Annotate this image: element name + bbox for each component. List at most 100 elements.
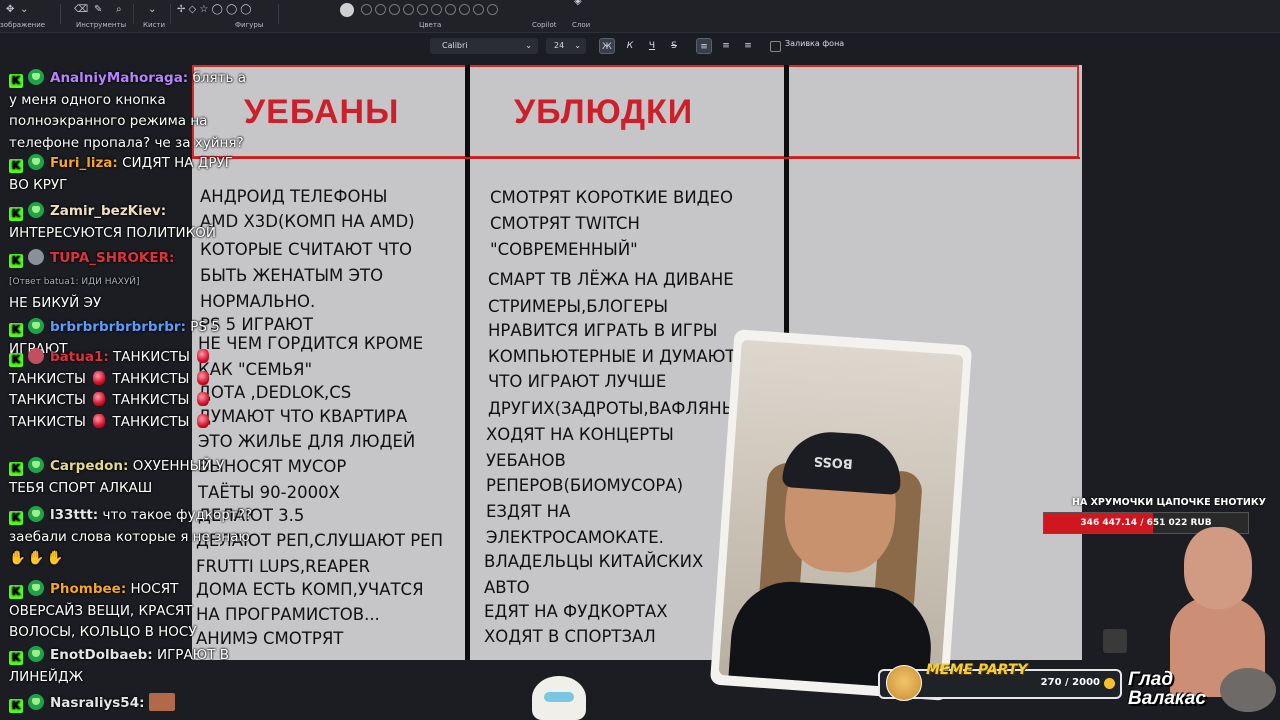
brush-icon: ⌄ (148, 4, 157, 15)
ribbon-group-brushes[interactable]: ⌄ Кисти (140, 0, 168, 32)
chat-message: K Carpedon: ОХУЕННЫЙ У ТЕБЯ СПОРТ АЛКАШ (9, 456, 254, 499)
coin-icon (1104, 678, 1115, 689)
magnifier-icon[interactable]: ⌕ (116, 4, 122, 15)
subscriber-badge-icon (28, 318, 44, 334)
chat-username: Zamir_bezKiev: (50, 203, 167, 219)
ribbon-group-colors[interactable]: Цвета (335, 0, 515, 32)
list-item: ЕЗДЯТ НА (486, 502, 571, 521)
chat-username: TUPA_SHROKER: (50, 250, 175, 266)
ribbon-label-copilot: Copilot (532, 21, 557, 29)
list-item: СМАРТ ТВ ЛЁЖА НА ДИВАНЕ (488, 270, 734, 289)
webcam-video: BOSS (718, 339, 964, 691)
chat-username: Nasraliys54: (50, 695, 145, 711)
chat-text: НЕ БИКУЙ ЭУ (9, 295, 102, 311)
color-swatch[interactable] (431, 4, 442, 15)
color-swatch[interactable] (445, 4, 456, 15)
list-item: ДРУГИХ(ЗАДРОТЫ,ВАФЛЯНЬ (488, 399, 734, 418)
streamer-name-logo: Глад Валакас (1128, 669, 1206, 709)
shapes-icon[interactable]: ✢ ◇ ☆ ◯ ◯ ◯ (177, 4, 252, 15)
chat-username: l33ttt: (50, 507, 99, 523)
fill-background-checkbox[interactable] (770, 41, 781, 52)
meme-party-label: MEME PARTY (926, 662, 1028, 678)
align-left-button[interactable]: ≡ (696, 38, 712, 54)
eraser-icon[interactable]: ⌫ (74, 4, 88, 15)
chat-overlay: K AnalniyMahoraga: блять а у меня одного … (0, 66, 260, 720)
color-swatch[interactable] (361, 4, 372, 15)
small-avatar-icon (1103, 629, 1127, 653)
chat-text: ТАНКИСТЫ (9, 370, 86, 387)
list-item: РЕПЕРОВ(БИОМУСОРА) (486, 476, 684, 495)
color-swatch[interactable] (459, 4, 470, 15)
hands-emote-icon: ✋✋✋ (9, 550, 66, 566)
kick-badge-icon: K (9, 159, 23, 173)
gem-emote-icon (196, 370, 209, 385)
chat-username: Phombee: (50, 581, 127, 597)
font-size-select[interactable]: 24 ⌄ (546, 38, 586, 54)
chat-username: brbrbrbrbrbrbrbr: (50, 319, 186, 335)
subscriber-badge-icon (28, 457, 44, 473)
chat-text: ТАНКИСТЫ (112, 392, 190, 408)
column-header-1: УЕБАНЫ (244, 93, 400, 131)
subscriber-badge-icon (28, 69, 44, 85)
bold-button[interactable]: Ж (599, 38, 615, 54)
donation-goal-title: НА ХРУМОЧКИ ЦАПОЧКЕ ЕНОТИКУ (1072, 497, 1266, 508)
strikethrough-button[interactable]: S (666, 38, 682, 54)
italic-button[interactable]: К (622, 38, 638, 54)
chat-message: K Zamir_bezKiev: ИНТЕРЕСУЮТСЯ ПОЛИТИКОЙ (9, 201, 254, 244)
subscriber-badge-icon (28, 580, 44, 596)
ribbon-divider (133, 4, 134, 24)
subscriber-badge-icon (28, 202, 44, 218)
ribbon-label-image: зображение (0, 21, 46, 29)
toolbar-ribbon: ✥ ⌄ зображение ⌫ ✎ ⌕ Инструменты ⌄ Кисти… (0, 0, 1280, 33)
list-item: НРАВИТСЯ ИГРАТЬ В ИГРЫ (488, 321, 718, 340)
chevron-down-icon: ⌄ (20, 4, 29, 15)
active-color-swatch[interactable] (340, 3, 354, 17)
align-center-button[interactable]: ≡ (718, 38, 734, 54)
ribbon-divider (170, 4, 171, 24)
kick-badge-icon: K (9, 353, 23, 367)
header-divider (192, 157, 1080, 159)
kick-badge-icon: K (9, 462, 23, 476)
list-item: ХОДЯТ В СПОРТЗАЛ (484, 627, 656, 646)
list-item: КОМПЬЮТЕРНЫЕ И ДУМАЮТ (488, 347, 736, 366)
ribbon-group-image[interactable]: ✥ ⌄ зображение (0, 0, 60, 32)
color-swatch[interactable] (389, 4, 400, 15)
underline-button[interactable]: Ч (644, 38, 660, 54)
list-item: ЧТО ИГРАЮТ ЛУЧШЕ (488, 372, 667, 391)
cap-lettering: BOSS (813, 452, 854, 471)
gem-emote-icon (93, 392, 106, 406)
pencil-icon[interactable]: ✎ (94, 4, 102, 15)
color-swatch[interactable] (487, 4, 498, 15)
kick-badge-icon: K (9, 585, 23, 599)
ribbon-label-shapes: Фигуры (235, 21, 264, 29)
color-swatch[interactable] (417, 4, 428, 15)
chat-message: Kbatua1: ТАНКИСТЫ ТАНКИСТЫ ТАНКИСТЫ ТАНК… (9, 347, 254, 433)
subscriber-badge-icon (28, 646, 44, 662)
chat-text: ТАНКИСТЫ (9, 413, 86, 430)
list-item: ВЛАДЕЛЬЦЫ КИТАЙСКИХ (484, 552, 704, 571)
font-family-select[interactable]: Calibri ⌄ (430, 38, 538, 54)
color-swatch[interactable] (375, 4, 386, 15)
chat-message: K Furi_liza: СИДЯТ НА ДРУГ ВО КРУГ (9, 153, 254, 196)
color-swatch[interactable] (473, 4, 484, 15)
chat-text: ТАНКИСТЫ (113, 349, 190, 365)
list-item: "СОВРЕМЕННЫЙ" (490, 240, 638, 259)
chat-username: Carpedon: (50, 458, 129, 474)
chevron-down-icon: ⌄ (525, 41, 532, 50)
ribbon-group-copilot[interactable]: Copilot (528, 0, 558, 32)
ribbon-group-layers[interactable]: ◈ Слои (568, 0, 598, 32)
chat-text: ИНТЕРЕСУЮТСЯ ПОЛИТИКОЙ (9, 224, 216, 241)
avatar-icon (28, 348, 44, 364)
gem-emote-icon (93, 370, 106, 385)
ribbon-group-tools[interactable]: ⌫ ✎ ⌕ Инструменты (68, 0, 130, 32)
chevron-down-icon: ⌄ (574, 41, 581, 50)
align-right-button[interactable]: ≡ (740, 38, 756, 54)
chat-message: K EnotDolbaeb: ИГРАЮТ В ЛИНЕЙДЖ (9, 645, 254, 688)
avatar-icon (28, 249, 44, 265)
list-item: СМОТРЯТ КОРОТКИЕ ВИДЕО (490, 188, 733, 207)
cartoon-face-icon (532, 676, 586, 720)
color-swatch[interactable] (403, 4, 414, 15)
kick-badge-icon: K (9, 207, 23, 221)
ribbon-group-shapes[interactable]: ✢ ◇ ☆ ◯ ◯ ◯ Фигуры (175, 0, 275, 32)
list-item: УЕБАНОВ (486, 451, 566, 470)
